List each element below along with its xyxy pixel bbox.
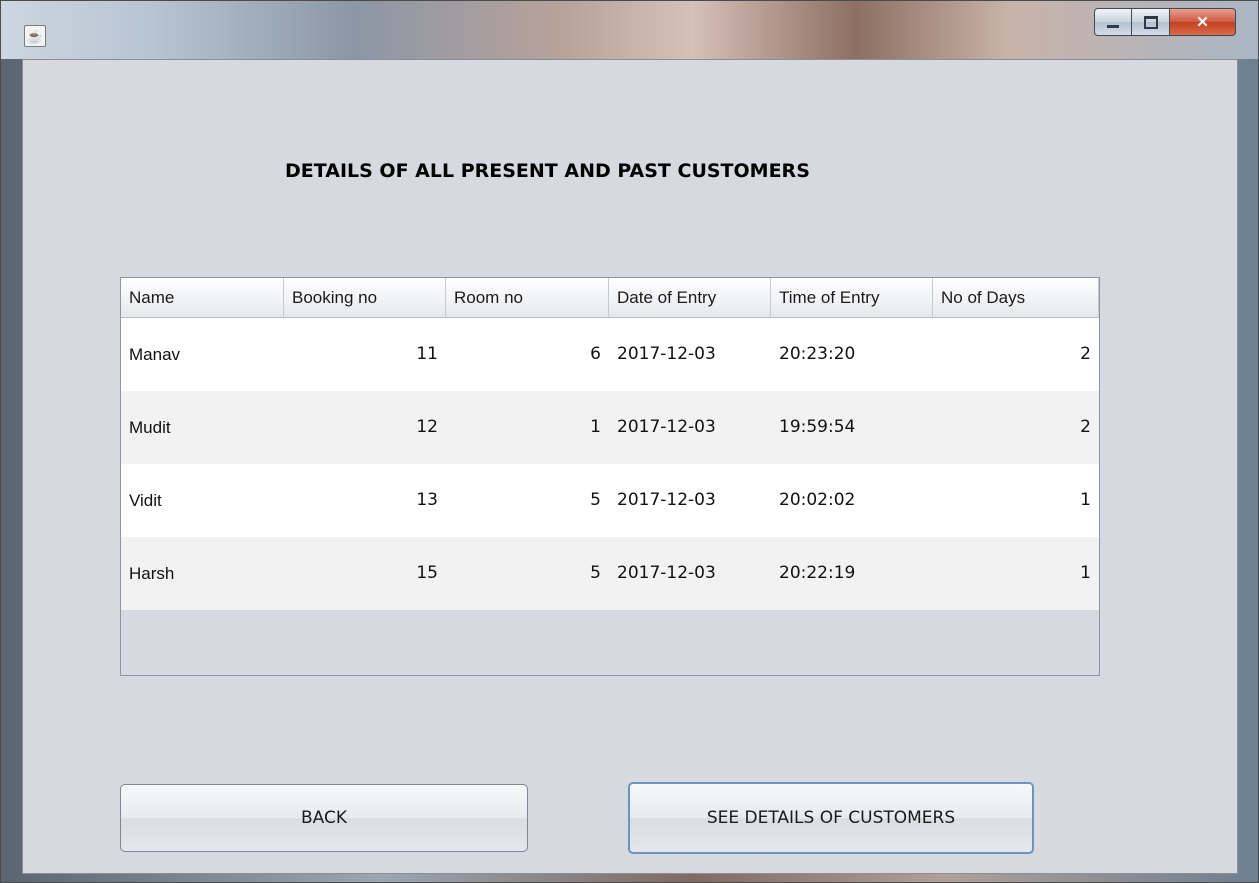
cell-booking-no: 13: [416, 490, 438, 510]
java-icon: ☕: [24, 25, 46, 47]
cell-name: Harsh: [129, 564, 175, 583]
table-header: Name Booking no Room no Date of Entry Ti…: [121, 278, 1099, 318]
cell-no-of-days: 2: [1080, 417, 1091, 437]
back-button[interactable]: BACK: [120, 784, 528, 852]
cell-room-no: 5: [590, 490, 601, 510]
cell-date-of-entry: 2017-12-03: [617, 490, 716, 510]
cell-booking-no: 15: [416, 563, 438, 583]
cell-name: Manav: [129, 345, 181, 364]
close-icon: ✕: [1196, 14, 1209, 31]
cell-time-of-entry: 19:59:54: [779, 417, 856, 437]
content-panel: DETAILS OF ALL PRESENT AND PAST CUSTOMER…: [22, 59, 1238, 874]
cell-no-of-days: 1: [1080, 563, 1091, 583]
cell-room-no: 1: [590, 417, 601, 437]
title-bar[interactable]: ☕ ✕: [1, 1, 1258, 59]
minimize-button[interactable]: [1094, 8, 1132, 36]
maximize-icon: [1143, 15, 1158, 29]
cell-name: Vidit: [129, 491, 162, 510]
window-controls: ✕: [1094, 8, 1236, 36]
cell-no-of-days: 2: [1080, 344, 1091, 364]
table-row[interactable]: Vidit 13 5 2017-12-03 20:02:02 1: [121, 464, 1099, 537]
table-row[interactable]: Harsh 15 5 2017-12-03 20:22:19 1: [121, 537, 1099, 610]
minimize-icon: [1107, 25, 1119, 28]
cell-time-of-entry: 20:22:19: [779, 563, 856, 583]
cell-date-of-entry: 2017-12-03: [617, 344, 716, 364]
cell-no-of-days: 1: [1080, 490, 1091, 510]
column-header-date-of-entry[interactable]: Date of Entry: [609, 278, 771, 318]
cell-date-of-entry: 2017-12-03: [617, 417, 716, 437]
page-title: DETAILS OF ALL PRESENT AND PAST CUSTOMER…: [285, 160, 810, 182]
cell-booking-no: 11: [416, 344, 438, 364]
cell-booking-no: 12: [416, 417, 438, 437]
close-button[interactable]: ✕: [1170, 8, 1236, 36]
column-header-name[interactable]: Name: [121, 278, 284, 318]
cell-name: Mudit: [129, 418, 171, 437]
column-header-booking-no[interactable]: Booking no: [284, 278, 446, 318]
see-details-button[interactable]: SEE DETAILS OF CUSTOMERS: [628, 782, 1034, 854]
maximize-button[interactable]: [1132, 8, 1170, 36]
customers-table: Name Booking no Room no Date of Entry Ti…: [120, 277, 1100, 676]
cell-time-of-entry: 20:02:02: [779, 490, 856, 510]
cell-date-of-entry: 2017-12-03: [617, 563, 716, 583]
column-header-room-no[interactable]: Room no: [446, 278, 609, 318]
cell-time-of-entry: 20:23:20: [779, 344, 856, 364]
cell-room-no: 5: [590, 563, 601, 583]
app-window: ☕ ✕ DETAILS OF ALL PRESENT AND PAST CUST…: [0, 0, 1259, 883]
table-row[interactable]: Manav 11 6 2017-12-03 20:23:20 2: [121, 318, 1099, 391]
table-row[interactable]: Mudit 12 1 2017-12-03 19:59:54 2: [121, 391, 1099, 464]
column-header-no-of-days[interactable]: No of Days: [933, 278, 1099, 318]
cell-room-no: 6: [590, 344, 601, 364]
column-header-time-of-entry[interactable]: Time of Entry: [771, 278, 933, 318]
